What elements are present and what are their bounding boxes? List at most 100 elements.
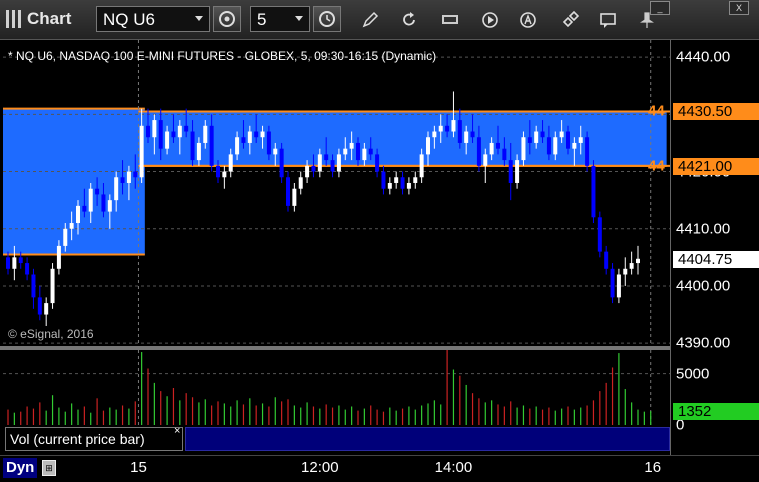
chart-app-icon	[6, 10, 22, 28]
candle-body	[177, 125, 182, 138]
candle-body	[438, 125, 443, 132]
refresh-button[interactable]	[399, 10, 419, 30]
alert-button[interactable]	[518, 10, 538, 30]
candle-body	[553, 137, 558, 155]
candle-body	[585, 137, 590, 166]
link-button[interactable]	[560, 10, 580, 30]
volume-chart-svg	[3, 350, 670, 425]
candle-body	[133, 171, 138, 178]
price-axis[interactable]: 4440.004430.004420.004410.004400.004390.…	[670, 40, 759, 455]
interval-select[interactable]: 5	[250, 6, 310, 32]
level-short-label: 44	[648, 102, 665, 120]
candle-body	[146, 125, 150, 138]
candle-body	[470, 131, 475, 138]
candle-body	[483, 154, 488, 166]
candle-body	[489, 142, 494, 155]
candle-body	[56, 245, 61, 269]
candle-body	[95, 188, 100, 195]
link-icon	[562, 10, 580, 28]
close-button[interactable]: X	[729, 1, 749, 15]
candle-body	[540, 131, 545, 138]
candle-body	[165, 131, 170, 149]
minimize-button[interactable]: _	[650, 1, 670, 15]
candle-body	[158, 120, 163, 149]
candle-body	[534, 131, 539, 143]
symbol-settings-button[interactable]	[213, 6, 241, 32]
refresh-icon	[403, 12, 415, 26]
level-price-label: 4421.00	[673, 157, 759, 175]
candle-body	[82, 205, 87, 212]
candle-body	[279, 148, 284, 178]
play-button[interactable]	[480, 10, 500, 30]
candle-body	[413, 177, 418, 183]
candle-body	[375, 154, 380, 172]
lock-icon[interactable]: ⊞	[42, 460, 56, 476]
candle-body	[387, 182, 392, 189]
candle-body	[451, 120, 456, 132]
time-tick-label: 14:00	[434, 459, 473, 476]
volume-legend-label: Vol (current price bar)	[10, 431, 145, 447]
candle-body	[171, 131, 176, 138]
get-icon	[442, 15, 458, 24]
candle-body	[241, 137, 246, 143]
candle-body	[591, 165, 596, 218]
chevron-down-icon	[295, 16, 303, 21]
candle-body	[298, 177, 303, 189]
candle-body	[546, 137, 551, 155]
alert-icon	[520, 12, 536, 28]
chat-button[interactable]	[598, 10, 618, 30]
time-tick-label: 12:00	[301, 459, 339, 476]
time-tick-label: 16	[644, 459, 662, 476]
settings-icon	[219, 11, 235, 27]
candle-body	[496, 142, 500, 149]
price-tick-label: 4440.00	[676, 48, 731, 66]
candle-body	[349, 142, 354, 149]
candle-body	[343, 148, 348, 155]
level-short-label: 44	[648, 157, 665, 175]
candle-body	[464, 131, 469, 143]
symbol-select[interactable]: NQ U6	[96, 6, 210, 32]
pencil-icon	[362, 11, 379, 28]
candle-body	[559, 131, 564, 138]
volume-tick-label: 5000	[676, 365, 710, 383]
interval-clock-button[interactable]	[313, 6, 341, 32]
candle-body	[502, 148, 507, 161]
candle-body	[203, 125, 208, 143]
volume-legend-fill	[185, 427, 670, 451]
candle-body	[107, 200, 112, 212]
candle-body	[330, 160, 335, 172]
price-tick-label: 4410.00	[676, 220, 731, 238]
copyright-text: © eSignal, 2016	[8, 327, 94, 341]
candle-body	[305, 165, 310, 178]
candle-body	[31, 274, 36, 298]
candle-body	[228, 154, 233, 172]
candle-body	[362, 148, 367, 161]
candle-body	[457, 120, 462, 143]
candle-body	[139, 125, 144, 178]
close-icon[interactable]: ×	[174, 425, 180, 437]
play-icon	[482, 12, 498, 28]
candle-body	[216, 165, 220, 178]
price-plot[interactable]	[3, 40, 670, 346]
candle-body	[426, 137, 430, 155]
get-data-button[interactable]	[440, 10, 460, 30]
candle-body	[196, 142, 201, 161]
volume-legend[interactable]: Vol (current price bar)	[5, 427, 183, 451]
candle-body	[578, 137, 583, 143]
price-tick-label: 4390.00	[676, 334, 731, 352]
candle-body	[126, 171, 131, 183]
candle-body	[521, 137, 526, 161]
candle-body	[406, 182, 411, 189]
volume-plot[interactable]	[3, 350, 670, 425]
clock-icon	[319, 11, 335, 27]
candle-body	[260, 131, 265, 138]
dynamic-mode-button[interactable]: Dyn	[3, 458, 37, 478]
candle-body	[527, 137, 532, 143]
chart-titlebar: Chart NQ U6 5 _ X	[0, 0, 759, 40]
chevron-down-icon	[195, 16, 203, 21]
candle-body	[247, 131, 252, 143]
symbol-value: NQ U6	[103, 10, 155, 29]
draw-tool-button[interactable]	[360, 10, 380, 30]
candle-body	[368, 148, 373, 155]
candle-body	[101, 194, 106, 212]
